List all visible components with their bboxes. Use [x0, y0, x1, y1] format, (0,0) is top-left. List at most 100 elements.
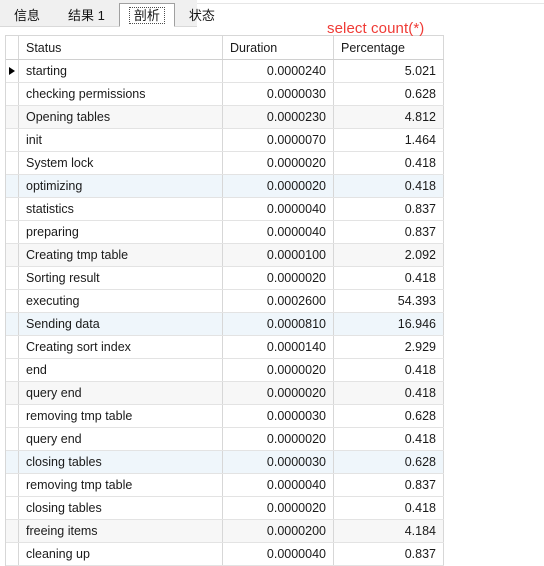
cell-duration[interactable]: 0.0000240	[223, 60, 334, 82]
cell-percentage[interactable]: 0.418	[334, 497, 444, 519]
row-selector-cell[interactable]	[6, 543, 19, 565]
tab-0[interactable]: 信息	[0, 3, 54, 27]
row-selector-cell[interactable]	[6, 198, 19, 220]
row-selector-cell[interactable]	[6, 290, 19, 312]
cell-percentage[interactable]: 2.092	[334, 244, 444, 266]
table-row[interactable]: executing 0.0002600 54.393	[6, 290, 444, 313]
table-row[interactable]: closing tables 0.0000030 0.628	[6, 451, 444, 474]
row-selector-cell[interactable]	[6, 382, 19, 404]
cell-percentage[interactable]: 0.418	[334, 152, 444, 174]
table-row[interactable]: Sorting result 0.0000020 0.418	[6, 267, 444, 290]
row-selector-cell[interactable]	[6, 106, 19, 128]
table-row[interactable]: System lock 0.0000020 0.418	[6, 152, 444, 175]
cell-status[interactable]: starting	[19, 60, 223, 82]
cell-duration[interactable]: 0.0000040	[223, 221, 334, 243]
tab-1[interactable]: 结果 1	[54, 3, 119, 27]
table-row[interactable]: end 0.0000020 0.418	[6, 359, 444, 382]
row-selector-cell[interactable]	[6, 428, 19, 450]
table-row[interactable]: closing tables 0.0000020 0.418	[6, 497, 444, 520]
cell-duration[interactable]: 0.0000020	[223, 428, 334, 450]
cell-percentage[interactable]: 0.628	[334, 405, 444, 427]
cell-duration[interactable]: 0.0000020	[223, 497, 334, 519]
cell-duration[interactable]: 0.0000070	[223, 129, 334, 151]
cell-status[interactable]: query end	[19, 428, 223, 450]
cell-percentage[interactable]: 0.628	[334, 451, 444, 473]
table-row[interactable]: removing tmp table 0.0000030 0.628	[6, 405, 444, 428]
table-row[interactable]: Creating tmp table 0.0000100 2.092	[6, 244, 444, 267]
cell-duration[interactable]: 0.0000230	[223, 106, 334, 128]
cell-duration[interactable]: 0.0000200	[223, 520, 334, 542]
cell-status[interactable]: statistics	[19, 198, 223, 220]
cell-percentage[interactable]: 0.418	[334, 267, 444, 289]
cell-duration[interactable]: 0.0000030	[223, 451, 334, 473]
cell-duration[interactable]: 0.0000020	[223, 152, 334, 174]
cell-percentage[interactable]: 2.929	[334, 336, 444, 358]
cell-status[interactable]: closing tables	[19, 497, 223, 519]
cell-percentage[interactable]: 0.628	[334, 83, 444, 105]
table-row[interactable]: optimizing 0.0000020 0.418	[6, 175, 444, 198]
cell-status[interactable]: executing	[19, 290, 223, 312]
cell-percentage[interactable]: 0.837	[334, 221, 444, 243]
table-row[interactable]: init 0.0000070 1.464	[6, 129, 444, 152]
cell-percentage[interactable]: 0.418	[334, 382, 444, 404]
row-selector-cell[interactable]	[6, 244, 19, 266]
cell-duration[interactable]: 0.0000030	[223, 83, 334, 105]
grid-header-percentage[interactable]: Percentage	[334, 36, 444, 59]
cell-status[interactable]: cleaning up	[19, 543, 223, 565]
cell-status[interactable]: removing tmp table	[19, 405, 223, 427]
cell-status[interactable]: checking permissions	[19, 83, 223, 105]
table-row[interactable]: statistics 0.0000040 0.837	[6, 198, 444, 221]
grid-header-duration[interactable]: Duration	[223, 36, 334, 59]
cell-status[interactable]: freeing items	[19, 520, 223, 542]
cell-percentage[interactable]: 54.393	[334, 290, 444, 312]
tab-3[interactable]: 状态	[175, 3, 229, 27]
cell-status[interactable]: optimizing	[19, 175, 223, 197]
grid-header-status[interactable]: Status	[19, 36, 223, 59]
cell-percentage[interactable]: 0.418	[334, 428, 444, 450]
cell-percentage[interactable]: 5.021	[334, 60, 444, 82]
cell-duration[interactable]: 0.0000140	[223, 336, 334, 358]
row-selector-cell[interactable]	[6, 497, 19, 519]
cell-duration[interactable]: 0.0000020	[223, 267, 334, 289]
cell-duration[interactable]: 0.0000040	[223, 198, 334, 220]
row-selector-cell[interactable]	[6, 83, 19, 105]
row-selector-cell[interactable]	[6, 405, 19, 427]
table-row[interactable]: starting 0.0000240 5.021	[6, 60, 444, 83]
cell-status[interactable]: Sending data	[19, 313, 223, 335]
cell-status[interactable]: System lock	[19, 152, 223, 174]
cell-status[interactable]: Sorting result	[19, 267, 223, 289]
cell-percentage[interactable]: 0.837	[334, 474, 444, 496]
row-selector-cell[interactable]	[6, 129, 19, 151]
table-row[interactable]: cleaning up 0.0000040 0.837	[6, 543, 444, 566]
cell-duration[interactable]: 0.0002600	[223, 290, 334, 312]
tab-2[interactable]: 剖析	[118, 3, 175, 27]
cell-percentage[interactable]: 4.184	[334, 520, 444, 542]
row-selector-cell[interactable]	[6, 474, 19, 496]
row-selector-cell[interactable]	[6, 313, 19, 335]
table-row[interactable]: query end 0.0000020 0.418	[6, 382, 444, 405]
table-row[interactable]: Opening tables 0.0000230 4.812	[6, 106, 444, 129]
row-selector-cell[interactable]	[6, 152, 19, 174]
cell-percentage[interactable]: 0.418	[334, 359, 444, 381]
cell-duration[interactable]: 0.0000040	[223, 474, 334, 496]
cell-duration[interactable]: 0.0000020	[223, 359, 334, 381]
cell-duration[interactable]: 0.0000020	[223, 382, 334, 404]
row-selector-cell[interactable]	[6, 175, 19, 197]
row-selector-cell[interactable]	[6, 60, 19, 82]
cell-duration[interactable]: 0.0000040	[223, 543, 334, 565]
row-selector-cell[interactable]	[6, 267, 19, 289]
cell-duration[interactable]: 0.0000030	[223, 405, 334, 427]
table-row[interactable]: removing tmp table 0.0000040 0.837	[6, 474, 444, 497]
cell-status[interactable]: Creating sort index	[19, 336, 223, 358]
profile-grid[interactable]: Status Duration Percentage starting 0.000…	[5, 35, 444, 566]
cell-status[interactable]: removing tmp table	[19, 474, 223, 496]
row-selector-cell[interactable]	[6, 451, 19, 473]
cell-percentage[interactable]: 4.812	[334, 106, 444, 128]
cell-status[interactable]: end	[19, 359, 223, 381]
cell-percentage[interactable]: 0.837	[334, 543, 444, 565]
cell-duration[interactable]: 0.0000810	[223, 313, 334, 335]
cell-percentage[interactable]: 1.464	[334, 129, 444, 151]
row-selector-cell[interactable]	[6, 520, 19, 542]
table-row[interactable]: checking permissions 0.0000030 0.628	[6, 83, 444, 106]
cell-percentage[interactable]: 16.946	[334, 313, 444, 335]
